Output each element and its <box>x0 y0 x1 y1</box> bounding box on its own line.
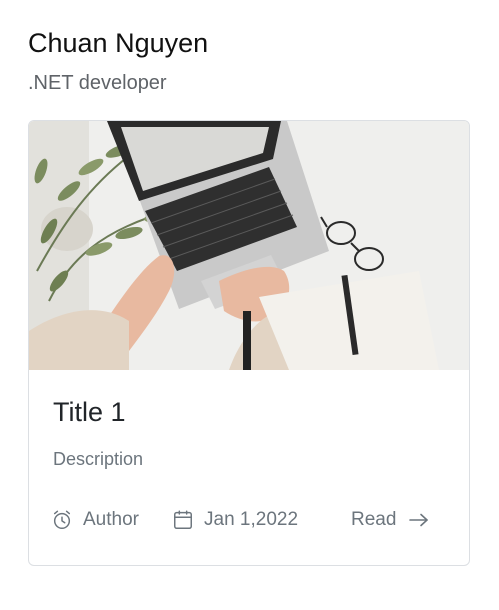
read-link-label: Read <box>351 509 397 530</box>
profile-name: Chuan Nguyen <box>28 28 209 58</box>
card-description: Description <box>53 449 144 469</box>
author-name: Author <box>83 509 139 530</box>
arrow-right-icon <box>408 512 430 528</box>
card-title: Title 1 <box>53 397 126 427</box>
calendar-icon <box>172 509 194 531</box>
post-card: Title 1 Description Author Jan 1,2022 Re… <box>28 120 470 566</box>
read-link[interactable]: Read <box>351 507 430 533</box>
date-meta: Jan 1,2022 <box>172 507 298 533</box>
card-image <box>29 121 469 370</box>
post-date: Jan 1,2022 <box>204 509 299 530</box>
profile-role: .NET developer <box>28 72 167 94</box>
alarm-clock-icon <box>51 509 73 531</box>
author-meta: Author <box>51 507 139 533</box>
